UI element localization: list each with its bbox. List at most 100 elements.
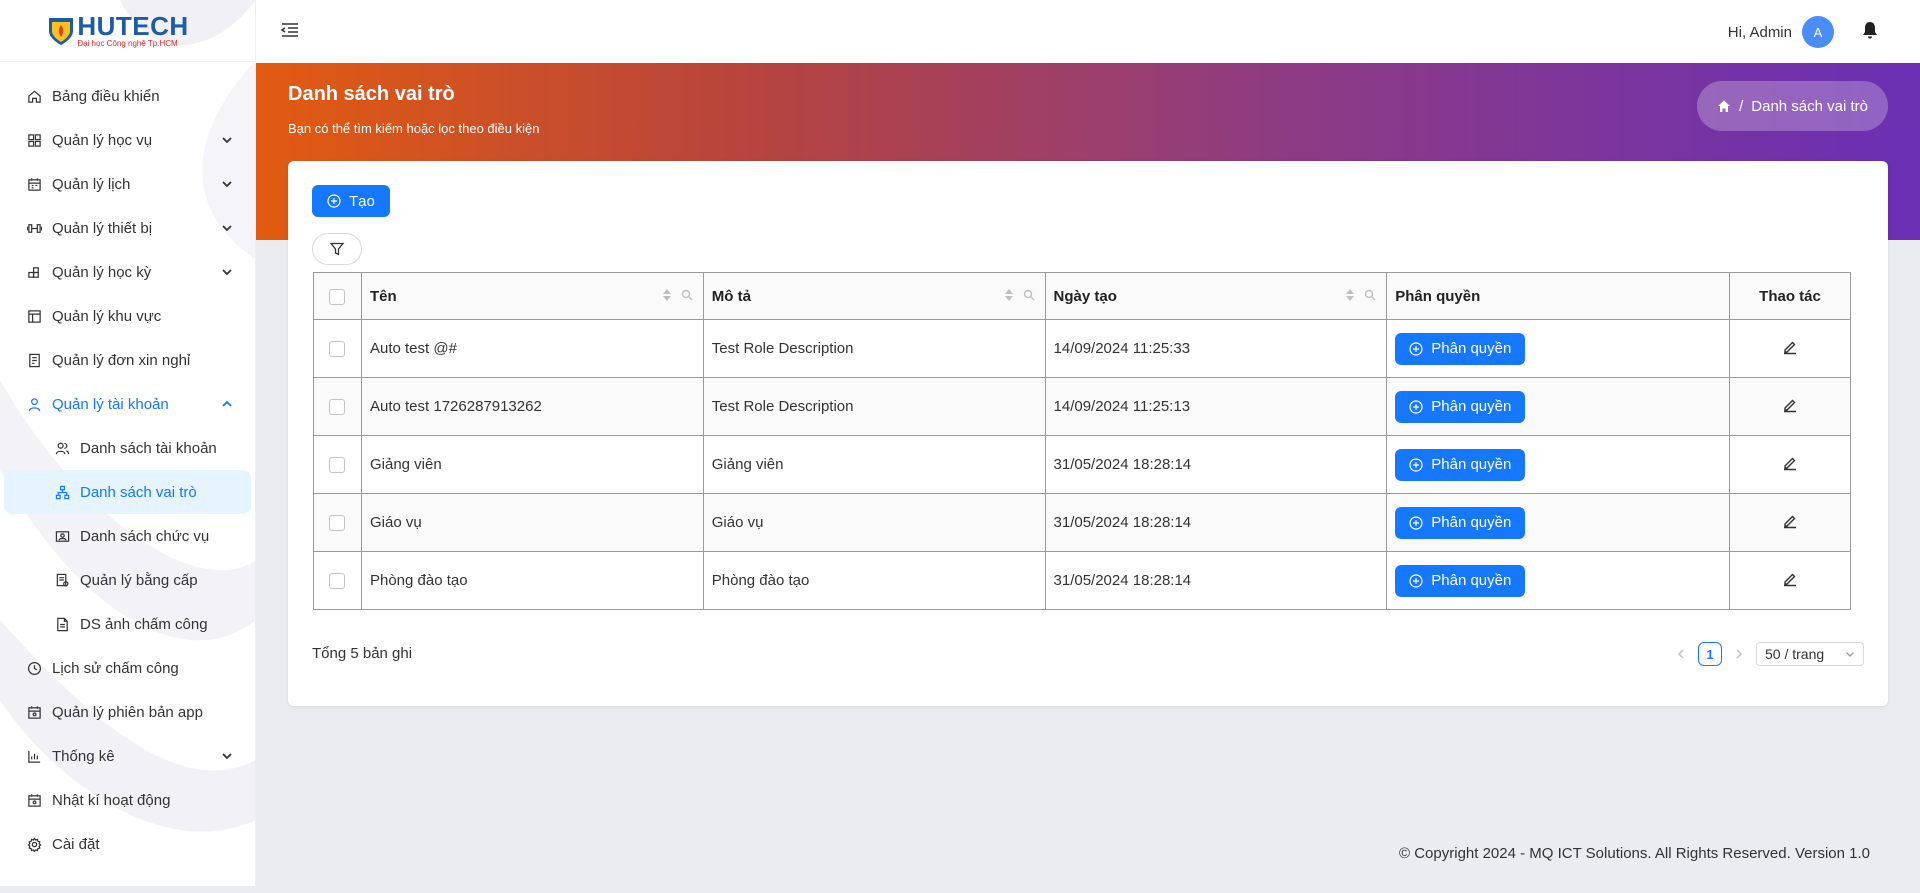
filter-icon bbox=[329, 242, 345, 256]
content-card: Tạo Tên Mô tả Ngày tạo Phân quyền Thao t… bbox=[288, 161, 1888, 706]
row-checkbox[interactable] bbox=[329, 399, 346, 416]
calendar-icon bbox=[26, 704, 42, 720]
plus-circle-icon bbox=[1409, 573, 1423, 588]
document-icon bbox=[26, 352, 42, 368]
sidebar-subitem-label: Quản lý bằng cấp bbox=[80, 571, 198, 589]
sidebar-subitem-role-list[interactable]: Danh sách vai trò bbox=[4, 470, 251, 514]
sidebar-item-settings[interactable]: Cài đặt bbox=[0, 822, 255, 866]
sidebar-item-activity-log[interactable]: Nhật kí hoạt động bbox=[0, 778, 255, 822]
sidebar: HUTECH Đại học Công nghệ Tp.HCM Bảng điề… bbox=[0, 0, 256, 886]
page-subtitle: Bạn có thể tìm kiếm hoặc lọc theo điều k… bbox=[288, 121, 540, 136]
sidebar-item-dashboard[interactable]: Bảng điều khiển bbox=[0, 74, 255, 118]
sort-icon[interactable] bbox=[1003, 288, 1015, 302]
prev-page-button[interactable] bbox=[1674, 647, 1688, 661]
search-icon[interactable] bbox=[1364, 288, 1376, 302]
permission-button[interactable]: Phân quyền bbox=[1395, 390, 1526, 423]
footer-copyright: © Copyright 2024 - MQ ICT Solutions. All… bbox=[1399, 845, 1870, 862]
edit-icon[interactable] bbox=[1782, 571, 1798, 587]
permission-button[interactable]: Phân quyền bbox=[1395, 506, 1526, 539]
sidebar-item-accounts[interactable]: Quản lý tài khoản bbox=[0, 382, 255, 426]
column-tools bbox=[1344, 288, 1376, 302]
home-icon[interactable] bbox=[1717, 99, 1731, 113]
filter-button[interactable] bbox=[312, 233, 362, 265]
column-header-label: Mô tả bbox=[711, 287, 751, 305]
row-checkbox[interactable] bbox=[329, 573, 346, 590]
user-icon bbox=[26, 396, 42, 412]
avatar[interactable]: A bbox=[1802, 16, 1834, 48]
permission-button[interactable]: Phân quyền bbox=[1395, 332, 1526, 365]
column-header-name[interactable]: Tên bbox=[360, 272, 704, 320]
row-checkbox[interactable] bbox=[329, 341, 346, 358]
chevron-down-icon bbox=[222, 181, 232, 188]
logo-text: HUTECH Đại học Công nghệ Tp.HCM bbox=[77, 13, 188, 48]
sidebar-item-label: Bảng điều khiển bbox=[52, 87, 160, 105]
cell-actions bbox=[1729, 551, 1851, 610]
sidebar-item-leave-requests[interactable]: Quản lý đơn xin nghỉ bbox=[0, 338, 255, 382]
breadcrumb-current: Danh sách vai trò bbox=[1751, 97, 1868, 115]
chevron-down-icon bbox=[222, 225, 232, 232]
sidebar-subitem-account-list[interactable]: Danh sách tài khoản bbox=[4, 426, 251, 470]
edit-icon[interactable] bbox=[1782, 513, 1798, 529]
sidebar-item-app-versions[interactable]: Quản lý phiên bản app bbox=[0, 690, 255, 734]
plus-circle-icon bbox=[1409, 457, 1423, 472]
sidebar-item-attendance-history[interactable]: Lịch sử chấm công bbox=[0, 646, 255, 690]
sidebar-item-area[interactable]: Quản lý khu vực bbox=[0, 294, 255, 338]
hutech-shield-icon bbox=[49, 17, 74, 45]
column-header-created[interactable]: Ngày tạo bbox=[1044, 272, 1388, 320]
page-number-current[interactable]: 1 bbox=[1698, 642, 1722, 666]
edit-icon[interactable] bbox=[1782, 455, 1798, 471]
create-button-label: Tạo bbox=[349, 192, 375, 210]
column-tools bbox=[1003, 288, 1035, 302]
breadcrumb-separator: / bbox=[1739, 97, 1744, 115]
sidebar-subitem-position-list[interactable]: Danh sách chức vụ bbox=[4, 514, 251, 558]
sidebar-item-academic[interactable]: Quản lý học vụ bbox=[0, 118, 255, 162]
logo-box: HUTECH Đại học Công nghệ Tp.HCM bbox=[48, 13, 188, 48]
cell-description: Phòng đào tạo bbox=[702, 551, 1046, 610]
plus-circle-icon bbox=[1409, 515, 1423, 530]
sidebar-item-schedule[interactable]: Quản lý lịch bbox=[0, 162, 255, 206]
search-icon[interactable] bbox=[1023, 288, 1035, 302]
cell-actions bbox=[1729, 319, 1851, 378]
sidebar-item-label: Quản lý khu vực bbox=[52, 307, 162, 325]
sidebar-item-label: Quản lý lịch bbox=[52, 175, 131, 193]
cell-permission: Phân quyền bbox=[1386, 319, 1731, 378]
sidebar-item-statistics[interactable]: Thống kê bbox=[0, 734, 255, 778]
sort-icon[interactable] bbox=[661, 288, 673, 302]
bar-chart-icon bbox=[26, 748, 42, 764]
cell-description: Test Role Description bbox=[702, 319, 1046, 378]
sidebar-subitem-degrees[interactable]: Quản lý bằng cấp bbox=[4, 558, 251, 602]
search-icon[interactable] bbox=[681, 288, 693, 302]
row-checkbox[interactable] bbox=[329, 457, 346, 474]
sidebar-item-semester[interactable]: Quản lý học kỳ bbox=[0, 250, 255, 294]
permission-button-label: Phân quyền bbox=[1431, 398, 1512, 415]
sort-icon[interactable] bbox=[1344, 288, 1356, 302]
page-size-select[interactable]: 50 / trang bbox=[1756, 642, 1864, 666]
bell-icon[interactable] bbox=[1860, 20, 1880, 40]
cell-created: 31/05/2024 18:28:14 bbox=[1044, 493, 1388, 552]
user-greeting[interactable]: Hi, Admin A bbox=[1728, 16, 1834, 48]
sidebar-subitem-attendance-photos[interactable]: DS ảnh chấm công bbox=[4, 602, 251, 646]
dumbbell-icon bbox=[26, 220, 42, 236]
cell-description: Giảng viên bbox=[702, 435, 1046, 494]
menu-fold-icon[interactable] bbox=[280, 20, 300, 40]
cell-created: 14/09/2024 11:25:33 bbox=[1044, 319, 1388, 378]
next-page-button[interactable] bbox=[1732, 647, 1746, 661]
edit-icon[interactable] bbox=[1782, 339, 1798, 355]
sidebar-item-label: Quản lý học vụ bbox=[52, 131, 153, 149]
brand-logo[interactable]: HUTECH Đại học Công nghệ Tp.HCM bbox=[0, 0, 255, 62]
column-header-description[interactable]: Mô tả bbox=[702, 272, 1046, 320]
top-header: Hi, Admin A bbox=[256, 0, 1920, 63]
cell-created: 31/05/2024 18:28:14 bbox=[1044, 435, 1388, 494]
row-checkbox[interactable] bbox=[329, 515, 346, 532]
edit-icon[interactable] bbox=[1782, 397, 1798, 413]
chevron-down-icon bbox=[1846, 652, 1854, 657]
sidebar-item-devices[interactable]: Quản lý thiết bị bbox=[0, 206, 255, 250]
permission-button[interactable]: Phân quyền bbox=[1395, 448, 1526, 481]
layout-icon bbox=[26, 308, 42, 324]
sidebar-item-label: Quản lý tài khoản bbox=[52, 395, 169, 413]
create-button[interactable]: Tạo bbox=[312, 185, 390, 217]
permission-button-label: Phân quyền bbox=[1431, 340, 1512, 357]
page-title: Danh sách vai trò bbox=[288, 83, 455, 105]
select-all-checkbox[interactable] bbox=[329, 288, 346, 305]
permission-button[interactable]: Phân quyền bbox=[1395, 564, 1526, 597]
